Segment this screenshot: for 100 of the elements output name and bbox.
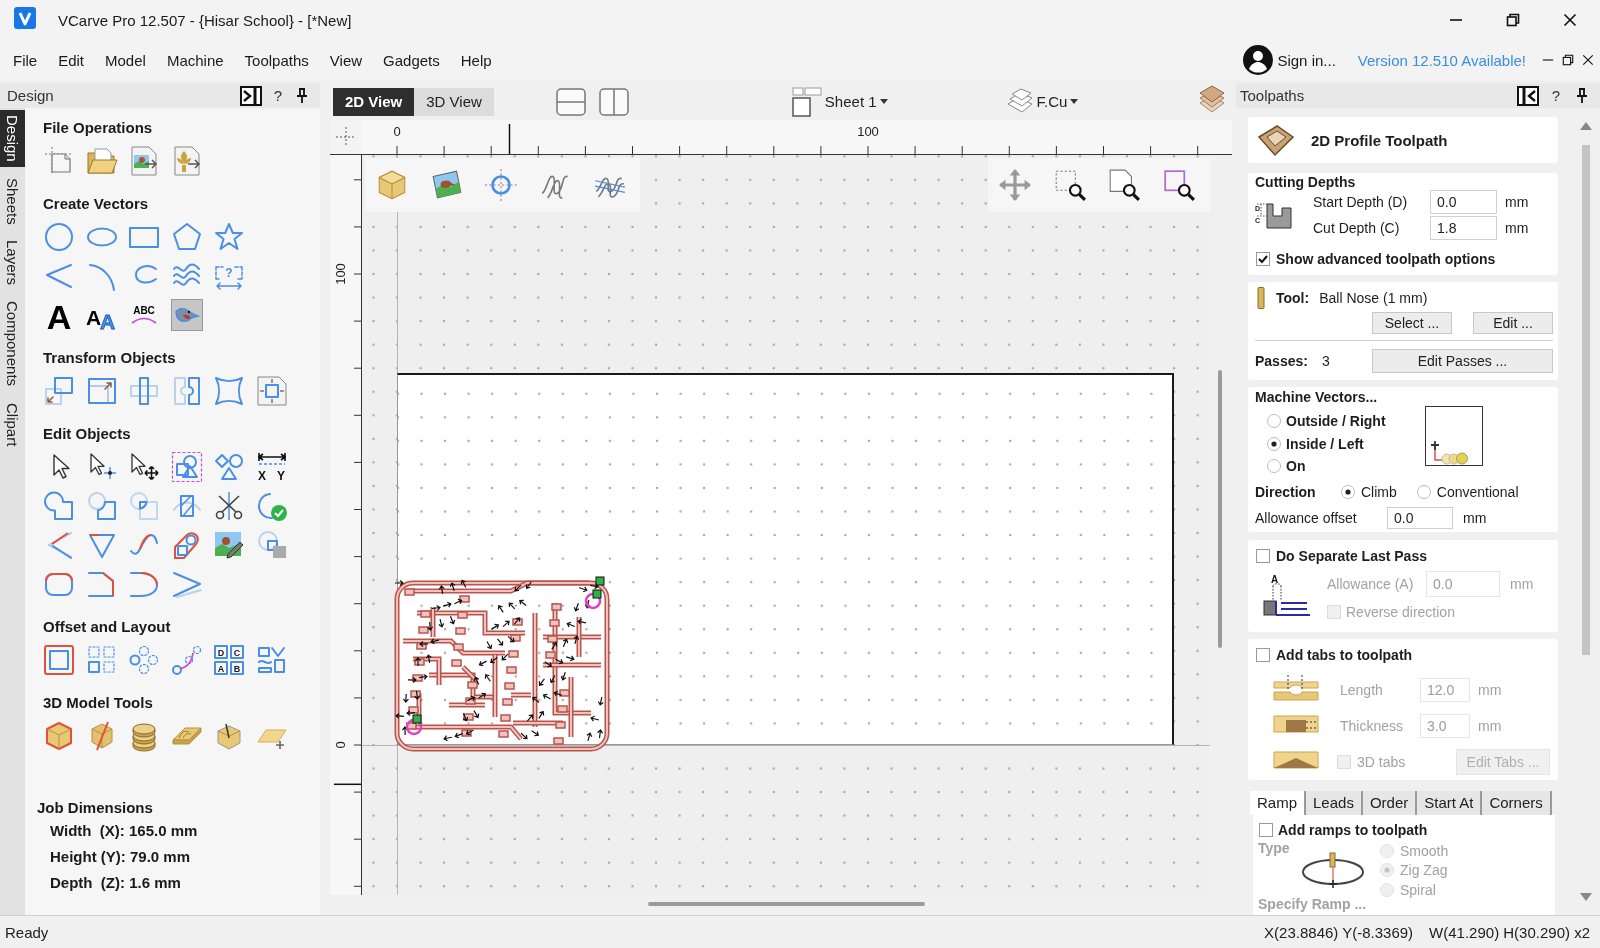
intersect-shapes-icon[interactable] [128,489,160,522]
view-tab[interactable]: 3D View [414,87,494,116]
unit-label: mm [1477,682,1503,698]
allowance-field[interactable]: 0.0 [1387,506,1453,529]
side-tab[interactable]: Clipart [0,397,25,451]
section-title: Transform Objects [43,348,177,368]
image-import-icon[interactable] [128,144,160,177]
tool-button[interactable]: Edit ... [1473,312,1553,334]
depth-field[interactable]: 1.8 [1430,216,1497,240]
radio-label: On [1286,458,1306,475]
passes-value: 3 [1321,353,1330,369]
radio-button[interactable] [1341,484,1355,499]
bird-image-icon[interactable] [170,298,203,331]
subtract-shapes-icon[interactable] [85,489,118,522]
split-horizontal-icon[interactable] [555,87,586,116]
scissors-icon[interactable] [213,489,245,522]
menu-item[interactable]: View [329,51,363,69]
checkbox[interactable] [1256,252,1270,266]
section-title: Edit Objects [43,424,132,444]
grouped-shapes-icon[interactable] [170,450,203,483]
image-shape-icon[interactable] [255,528,288,561]
side-tab[interactable]: Design [0,110,25,167]
depth-field[interactable]: 0.0 [1430,190,1497,214]
checkbox-label: Reverse direction [1346,604,1455,620]
fit-to-page-icon[interactable] [255,374,288,407]
side-tab[interactable]: Sheets [0,172,25,230]
align-icon[interactable] [128,374,160,407]
menu-item[interactable]: Edit [58,51,85,69]
caret-icon[interactable] [1070,99,1079,104]
caret-icon[interactable] [879,99,888,104]
radio-button[interactable] [1267,436,1281,451]
avatar-icon[interactable] [1243,45,1274,75]
cube-icon[interactable] [43,719,75,752]
dock-toggle-icon[interactable] [1516,85,1539,106]
option-tab[interactable]: Leads [1306,791,1363,815]
circle-node-icon[interactable] [484,168,518,202]
pin-icon[interactable] [296,87,308,104]
scroll-up-icon[interactable] [1580,122,1592,130]
cube-icon[interactable] [375,168,409,202]
letter-icon[interactable]: A [43,298,75,331]
radio-button[interactable] [1267,459,1281,474]
option-tab[interactable]: Order [1362,791,1418,815]
pentagon-icon[interactable] [170,220,203,253]
status-message: Ready [5,923,49,941]
circle-copy-icon[interactable] [128,643,160,676]
radio-label: Smooth [1400,842,1449,859]
split-vertical-icon[interactable] [598,87,629,116]
dock-toggle-icon[interactable] [239,85,262,106]
option-tab[interactable]: Ramp [1250,791,1306,815]
restore-icon [1505,13,1520,27]
sign-in-link[interactable]: Sign in... [1277,51,1336,69]
panel-title: Design [7,87,55,104]
layer-dropdown[interactable]: F.Cu [1036,93,1068,110]
menu-item[interactable]: Gadgets [383,51,440,69]
outlined-letter-icon[interactable]: AA [85,298,118,331]
unit-label: mm [1509,576,1535,592]
move-squares-icon[interactable] [43,374,75,407]
scroll-thumb[interactable] [648,902,925,906]
option-tab[interactable]: Start At [1417,791,1483,815]
field-label: Direction [1255,483,1317,500]
menu-item[interactable]: Help [460,51,492,69]
path-copy-icon[interactable] [170,643,203,676]
star-icon[interactable] [213,220,245,253]
grid-copy-icon[interactable] [85,643,118,676]
view-tab[interactable]: 2D View [333,87,415,116]
move-arrows-icon[interactable] [998,168,1032,202]
option-tab[interactable]: Corners [1482,791,1552,815]
menu-item[interactable]: Model [105,51,146,69]
scroll-down-icon[interactable] [1580,893,1592,901]
close-icon[interactable] [1582,54,1594,66]
section-title: Job Dimensions [37,798,154,818]
unit-label: mm [1504,220,1530,236]
close-icon [1562,13,1577,27]
layer-stack-icon[interactable] [1197,84,1227,115]
help-button[interactable]: ? [1551,87,1560,104]
edit-passes-button[interactable]: Edit Passes ... [1372,349,1553,373]
zoom-page-icon[interactable] [1107,168,1141,202]
side-tab[interactable]: Components [0,296,25,392]
panel-title: Toolpaths [1240,87,1306,104]
menu-item[interactable]: File [13,51,38,69]
radio-button[interactable] [1416,484,1431,499]
radio-label: Inside / Left [1286,435,1364,452]
scroll-thumb[interactable] [1218,370,1222,648]
sheet-dropdown[interactable]: Sheet 1 [824,93,877,110]
scroll-thumb[interactable] [1582,145,1590,655]
zoom-selection-icon[interactable] [1161,168,1196,202]
radio-label: Outside / Right [1286,413,1386,430]
radio-button[interactable] [1267,414,1281,429]
cut-side-preview [1425,406,1483,466]
offset-square-icon[interactable] [43,643,75,676]
side-tab[interactable]: Layers [0,235,25,291]
menu-item[interactable]: Machine [166,51,224,69]
tool-button[interactable]: Select ... [1372,312,1452,334]
restore-icon[interactable] [1562,54,1574,66]
circle-icon[interactable] [43,220,75,253]
menu-item[interactable]: Toolpaths [244,51,309,69]
union-shapes-icon[interactable] [43,489,75,522]
pin-icon[interactable] [1576,87,1588,104]
sheet-icon[interactable] [791,86,822,117]
help-button[interactable]: ? [273,87,282,104]
